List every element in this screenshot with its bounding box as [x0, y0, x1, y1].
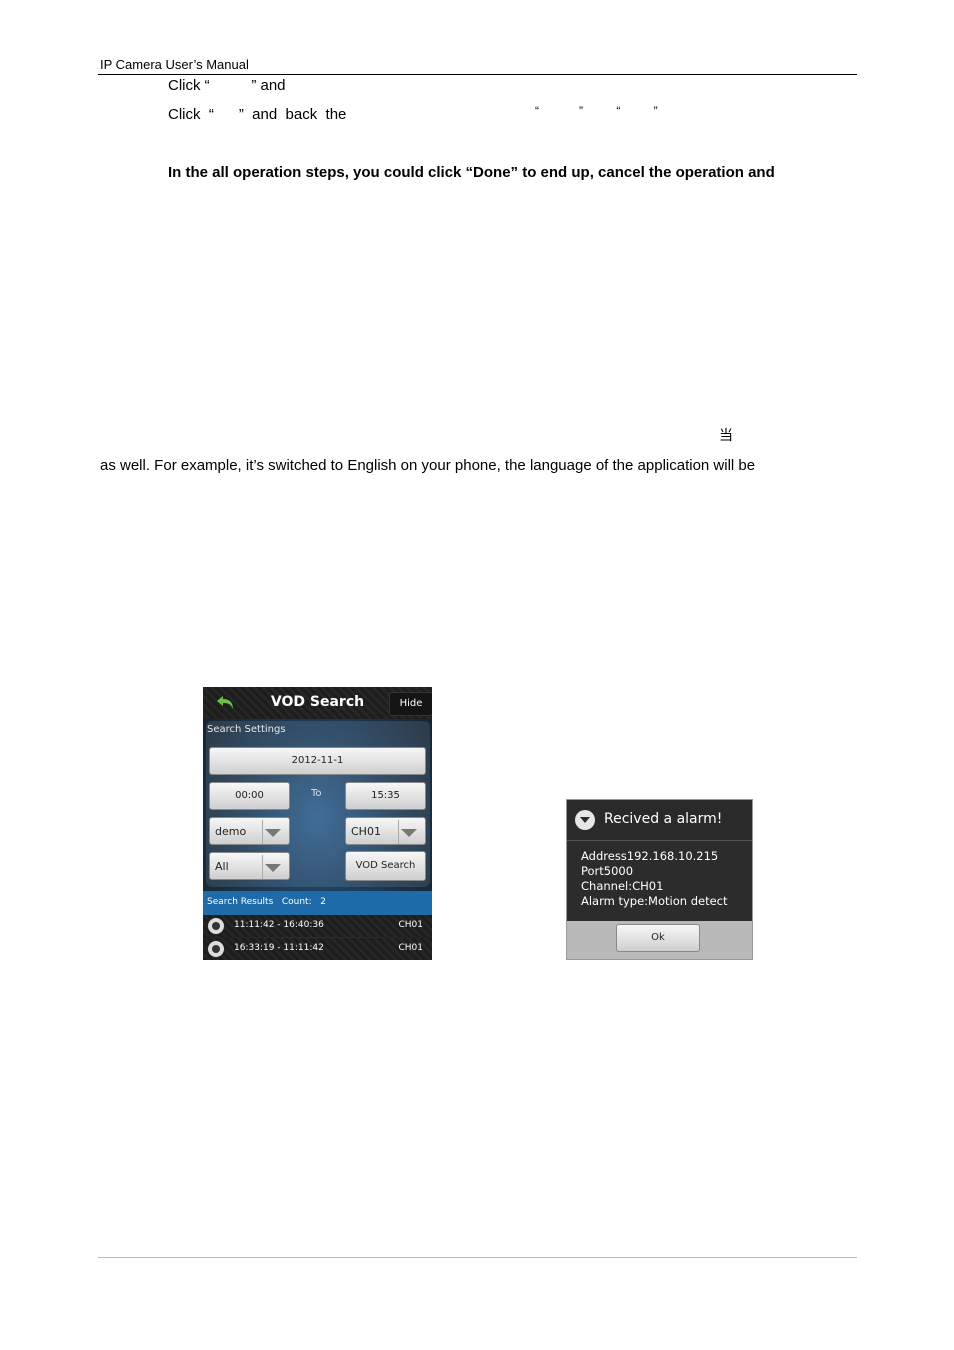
to-label: To — [311, 788, 322, 799]
result-time: 16:33:19 - 11:11:42 — [234, 943, 324, 953]
chevron-down-icon — [265, 829, 281, 837]
header-title: IP Camera User’s Manual — [100, 57, 249, 72]
date-button[interactable]: 2012-11-1 — [209, 747, 426, 775]
alarm-details: Address192.168.10.215 Port5000 Channel:C… — [581, 849, 728, 909]
device-dropdown[interactable]: demo — [209, 817, 290, 845]
chevron-down-icon — [401, 829, 417, 837]
dropdown-divider — [398, 820, 399, 844]
instruction-line-2: Click “ ” and back the — [168, 106, 347, 123]
hide-button[interactable]: Hide — [389, 692, 432, 716]
footer-divider — [98, 1257, 857, 1258]
start-time-button[interactable]: 00:00 — [209, 782, 290, 810]
alarm-address: Address192.168.10.215 — [581, 849, 719, 863]
chevron-down-icon — [265, 864, 281, 872]
result-channel: CH01 — [398, 920, 423, 930]
result-row[interactable]: 11:11:42 - 16:40:36 CH01 — [203, 915, 432, 937]
type-dropdown[interactable]: All — [209, 852, 290, 880]
result-time: 11:11:42 - 16:40:36 — [234, 920, 324, 930]
channel-dropdown-value: CH01 — [351, 825, 381, 838]
camera-icon — [208, 941, 224, 957]
alarm-dialog: Recived a alarm! Address192.168.10.215 P… — [566, 799, 753, 960]
instruction-line-1: Click “ ” and — [168, 77, 286, 94]
channel-dropdown[interactable]: CH01 — [345, 817, 426, 845]
alarm-type: Alarm type:Motion detect — [581, 894, 728, 908]
vod-search-screenshot: VOD Search Hide Search Settings 2012-11-… — [203, 687, 432, 960]
alarm-title: Recived a alarm! — [604, 811, 723, 827]
operation-note: In the all operation steps, you could cl… — [168, 164, 775, 181]
cjk-character: 当 — [719, 428, 733, 444]
alarm-port: Port5000 — [581, 864, 634, 878]
dropdown-divider — [262, 820, 263, 844]
search-results-label: Search Results Count: 2 — [207, 897, 326, 907]
result-row[interactable]: 16:33:19 - 11:11:42 CH01 — [203, 938, 432, 960]
camera-icon — [208, 918, 224, 934]
header-divider — [98, 74, 857, 75]
alert-down-icon — [575, 810, 595, 830]
result-channel: CH01 — [398, 943, 423, 953]
language-paragraph: as well. For example, it’s switched to E… — [100, 457, 756, 474]
ok-button[interactable]: Ok — [616, 924, 700, 952]
end-time-button[interactable]: 15:35 — [345, 782, 426, 810]
device-dropdown-value: demo — [215, 825, 247, 838]
vod-search-button[interactable]: VOD Search — [345, 851, 426, 881]
dropdown-divider — [262, 855, 263, 879]
instruction-line-2-quotes: “ ” “ ” — [535, 104, 658, 118]
search-settings-label: Search Settings — [207, 724, 286, 735]
alarm-channel: Channel:CH01 — [581, 879, 664, 893]
type-dropdown-value: All — [215, 860, 229, 873]
